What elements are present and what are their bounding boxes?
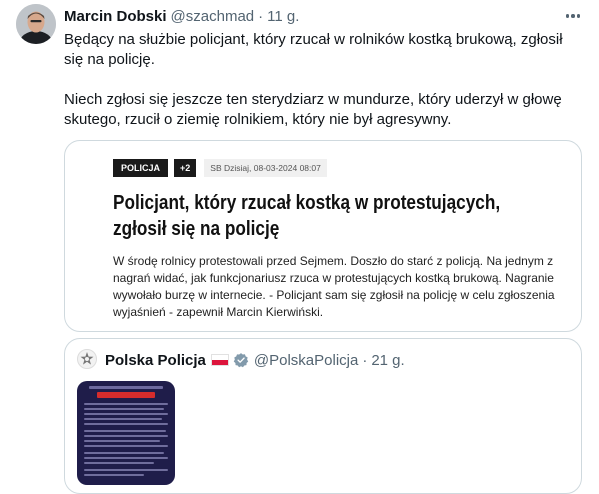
avatar-photo	[16, 4, 56, 44]
communique-image[interactable]	[77, 381, 175, 485]
article-headline: Policjant, który rzucał kostką w protest…	[113, 192, 501, 240]
poland-flag-icon	[210, 354, 229, 366]
quoted-author-name[interactable]: Polska Policja	[105, 352, 206, 369]
tweet-header: Marcin Dobski @szachmad · 11 g.	[64, 6, 583, 26]
quoted-tweet[interactable]: Polska Policja @PolskaPolicja · 21 g.	[64, 338, 582, 494]
police-star-logo[interactable]	[77, 349, 97, 369]
extra-count-tag: +2	[174, 159, 197, 177]
tweet-time[interactable]: 11 g.	[267, 8, 299, 25]
more-options-icon[interactable]	[563, 8, 583, 24]
article-card[interactable]: POLICJA +2 SB Dzisiaj, 08-03-2024 08:07 …	[64, 140, 582, 332]
article-summary: W środę rolnicy protestowali przed Sejme…	[113, 254, 555, 319]
verified-badge-icon	[233, 353, 249, 368]
article-meta: POLICJA +2 SB Dzisiaj, 08-03-2024 08:07	[113, 159, 327, 177]
quoted-author-handle[interactable]: @PolskaPolicja	[254, 352, 358, 369]
separator-dot: ·	[362, 351, 368, 369]
quoted-tweet-time[interactable]: 21 g.	[371, 352, 404, 369]
category-tag: POLICJA	[113, 159, 169, 177]
tweet-text: Będący na służbie policjant, który rzuca…	[64, 30, 584, 130]
tweet-paragraph: Będący na służbie policjant, który rzuca…	[64, 31, 563, 68]
author-handle[interactable]: @szachmad	[171, 8, 255, 25]
police-star-icon	[80, 352, 94, 365]
quoted-tweet-header: Polska Policja @PolskaPolicja · 21 g.	[105, 350, 405, 370]
author-avatar[interactable]	[16, 4, 56, 44]
author-name[interactable]: Marcin Dobski	[64, 8, 167, 25]
tweet-paragraph: Niech zgłosi się jeszcze ten sterydziarz…	[64, 91, 562, 128]
article-date: SB Dzisiaj, 08-03-2024 08:07	[204, 159, 327, 177]
separator-dot: ·	[258, 7, 264, 25]
